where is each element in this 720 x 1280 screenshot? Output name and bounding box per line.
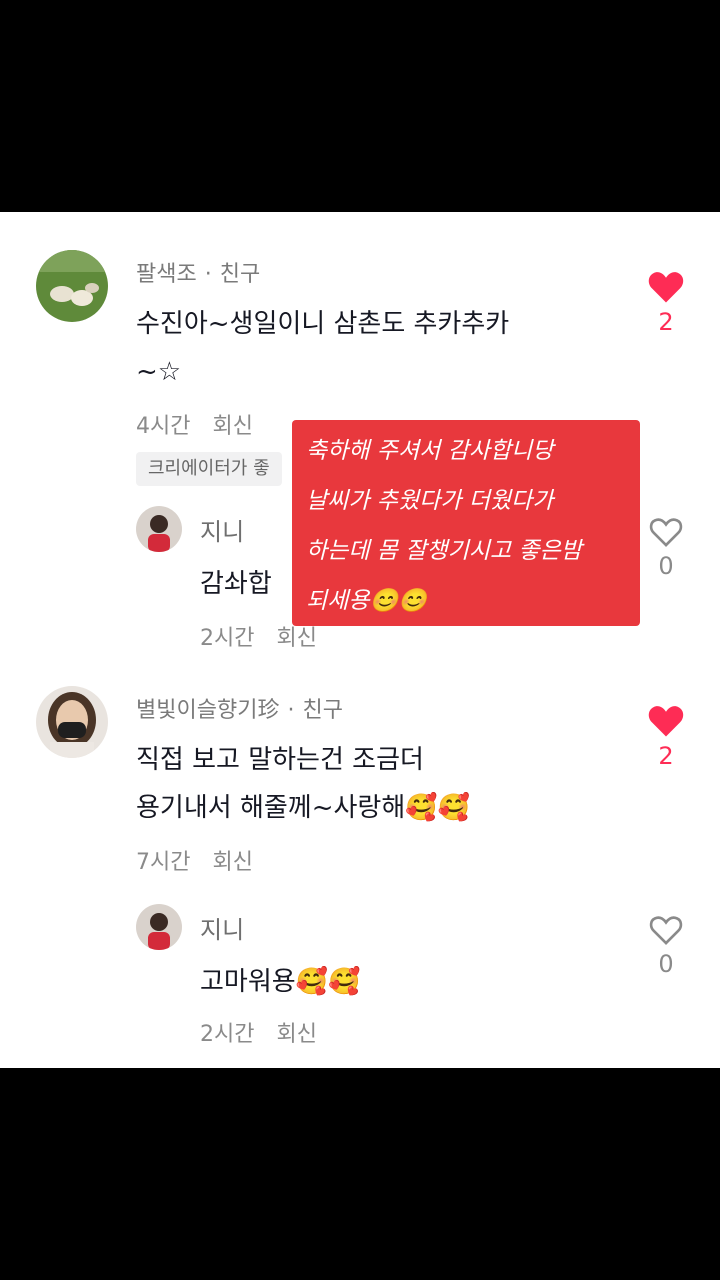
like-count: 2 bbox=[658, 308, 674, 336]
reply-button[interactable]: 회신 bbox=[276, 626, 316, 651]
separator-dot: · bbox=[287, 698, 295, 723]
heart-filled-icon bbox=[648, 272, 684, 303]
comment-text: 수진아~생일이니 삼촌도 추카추카 ~☆ bbox=[136, 309, 510, 387]
comment-time: 7시간 bbox=[136, 850, 191, 875]
like-count: 0 bbox=[658, 950, 674, 978]
relation-label: 친구 bbox=[219, 262, 261, 287]
like-button[interactable]: 2 bbox=[636, 270, 696, 336]
like-count: 0 bbox=[658, 552, 674, 580]
reply-button[interactable]: 회신 bbox=[276, 1022, 316, 1047]
reply-username[interactable]: 지니 bbox=[200, 512, 244, 547]
avatar[interactable] bbox=[136, 506, 182, 552]
relation-label: 친구 bbox=[302, 698, 343, 723]
creator-liked-badge: 크리에이터가 좋 bbox=[136, 452, 282, 486]
heart-filled-icon bbox=[648, 706, 684, 737]
comments-panel: 팔색조 · 친구 수진아~생일이니 삼촌도 추카추카 ~☆ 4시간 회신 크리에이터가… bbox=[0, 212, 720, 1068]
comment-text: 직접 보고 말하는건 조금더 용기내서 해줄께~사랑해🥰🥰 bbox=[136, 745, 470, 823]
reply-text: 감솨합 bbox=[200, 569, 272, 599]
separator-dot: · bbox=[204, 262, 212, 287]
like-count: 2 bbox=[658, 742, 674, 770]
reply-username[interactable]: 지니 bbox=[200, 910, 244, 945]
heart-outline-icon bbox=[649, 916, 683, 945]
reply-time: 2시간 bbox=[200, 626, 255, 651]
comment-username-line[interactable]: 별빛이슬향기珍 · 친구 bbox=[136, 692, 343, 724]
reply-time: 2시간 bbox=[200, 1022, 255, 1047]
comment-time: 4시간 bbox=[136, 414, 191, 439]
comment-meta: 4시간 회신 bbox=[136, 408, 253, 440]
comment-username[interactable]: 별빛이슬향기珍 bbox=[136, 698, 279, 723]
avatar-photo bbox=[136, 904, 182, 950]
avatar[interactable] bbox=[36, 686, 108, 758]
text-overlay-sticker: 축하해 주셔서 감사합니당 날씨가 추웠다가 더웠다가 하는데 몸 잘챙기시고 … bbox=[292, 420, 640, 626]
like-button[interactable]: 2 bbox=[636, 704, 696, 770]
heart-outline-icon bbox=[649, 518, 683, 547]
like-button[interactable]: 0 bbox=[636, 516, 696, 580]
reply-button[interactable]: 회신 bbox=[212, 850, 252, 875]
comment-meta: 7시간 회신 bbox=[136, 844, 253, 876]
avatar-photo bbox=[136, 506, 182, 552]
comment-username-line[interactable]: 팔색조 · 친구 bbox=[136, 256, 260, 288]
reply-text: 고마워용🥰🥰 bbox=[200, 967, 361, 997]
like-button[interactable]: 0 bbox=[636, 914, 696, 978]
reply-meta: 2시간 회신 bbox=[200, 1016, 317, 1048]
comment-username[interactable]: 팔색조 bbox=[136, 262, 197, 287]
avatar[interactable] bbox=[36, 250, 108, 322]
avatar-sheep-image bbox=[36, 250, 108, 322]
avatar[interactable] bbox=[136, 904, 182, 950]
reply-button[interactable]: 회신 bbox=[212, 414, 252, 439]
avatar-photo bbox=[36, 686, 108, 758]
